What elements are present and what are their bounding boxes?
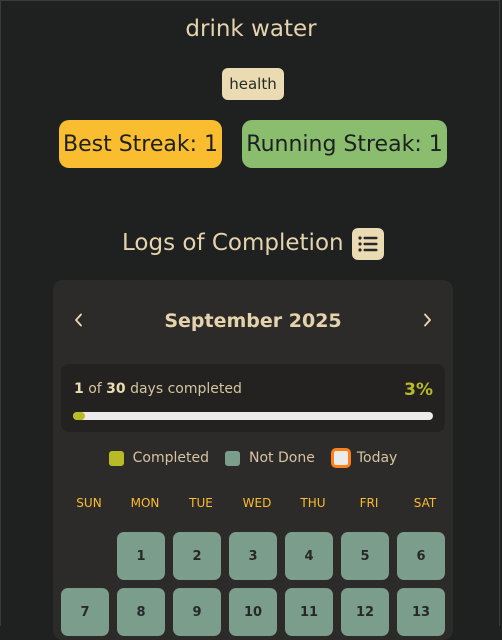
habit-title: drink water (185, 16, 317, 42)
progress-completed-count: 1 (74, 381, 84, 397)
calendar-day-7[interactable]: 7 (61, 588, 109, 636)
weekday-sun: SUN (76, 496, 102, 510)
progress-total-days: 30 (106, 381, 126, 397)
legend-not-done-label: Not Done (249, 450, 315, 466)
calendar-day-1[interactable]: 1 (117, 532, 165, 580)
chevron-right-icon (424, 313, 431, 327)
calendar-day-10[interactable]: 10 (229, 588, 277, 636)
list-view-button[interactable] (352, 228, 384, 260)
progress-bar-track (73, 412, 433, 420)
progress-summary: 1 of 30 days completed 3% (61, 364, 445, 432)
legend-today: Today (330, 448, 398, 468)
progress-percent: 3% (404, 380, 433, 400)
weekday-header: SUN MON TUE WED THU FRI SAT (61, 496, 453, 510)
habit-tag[interactable]: health (222, 68, 284, 100)
progress-bar-fill (73, 412, 85, 420)
legend-not-done: Not Done (225, 450, 315, 466)
weekday-mon: MON (130, 496, 160, 510)
calendar-day-9[interactable]: 9 (173, 588, 221, 636)
calendar-day-12[interactable]: 12 (341, 588, 389, 636)
calendar-day-13[interactable]: 13 (397, 588, 445, 636)
next-month-button[interactable] (413, 306, 441, 334)
calendar-legend: Completed Not Done Today (53, 448, 453, 468)
weekday-tue: TUE (189, 496, 213, 510)
legend-completed: Completed (108, 450, 210, 466)
completed-swatch (108, 450, 124, 466)
calendar-day-8[interactable]: 8 (117, 588, 165, 636)
weekday-sat: SAT (413, 496, 437, 510)
best-streak-badge: Best Streak: 1 (59, 120, 222, 168)
calendar-day-6[interactable]: 6 (397, 532, 445, 580)
calendar-day-2[interactable]: 2 (173, 532, 221, 580)
calendar-card: September 2025 1 of 30 days completed 3%… (53, 280, 453, 640)
calendar-grid: 1 2 3 4 5 6 7 8 9 10 11 12 13 (61, 532, 453, 636)
progress-suffix: days completed (130, 381, 242, 397)
weekday-fri: FRI (359, 496, 379, 510)
calendar-day-5[interactable]: 5 (341, 532, 389, 580)
calendar-day-11[interactable]: 11 (285, 588, 333, 636)
list-icon (358, 236, 378, 252)
weekday-wed: WED (242, 496, 272, 510)
weekday-thu: THU (300, 496, 326, 510)
calendar-day-4[interactable]: 4 (285, 532, 333, 580)
not-done-swatch (225, 450, 241, 466)
running-streak-badge: Running Streak: 1 (242, 120, 447, 168)
legend-completed-label: Completed (132, 450, 210, 466)
calendar-day-3[interactable]: 3 (229, 532, 277, 580)
progress-text: 1 of 30 days completed (74, 381, 242, 397)
progress-of: of (88, 381, 102, 397)
today-swatch (330, 448, 351, 468)
logs-title: Logs of Completion (122, 230, 344, 256)
legend-today-label: Today (356, 450, 398, 466)
month-label: September 2025 (164, 310, 342, 332)
calendar-blank-cell (61, 532, 109, 580)
